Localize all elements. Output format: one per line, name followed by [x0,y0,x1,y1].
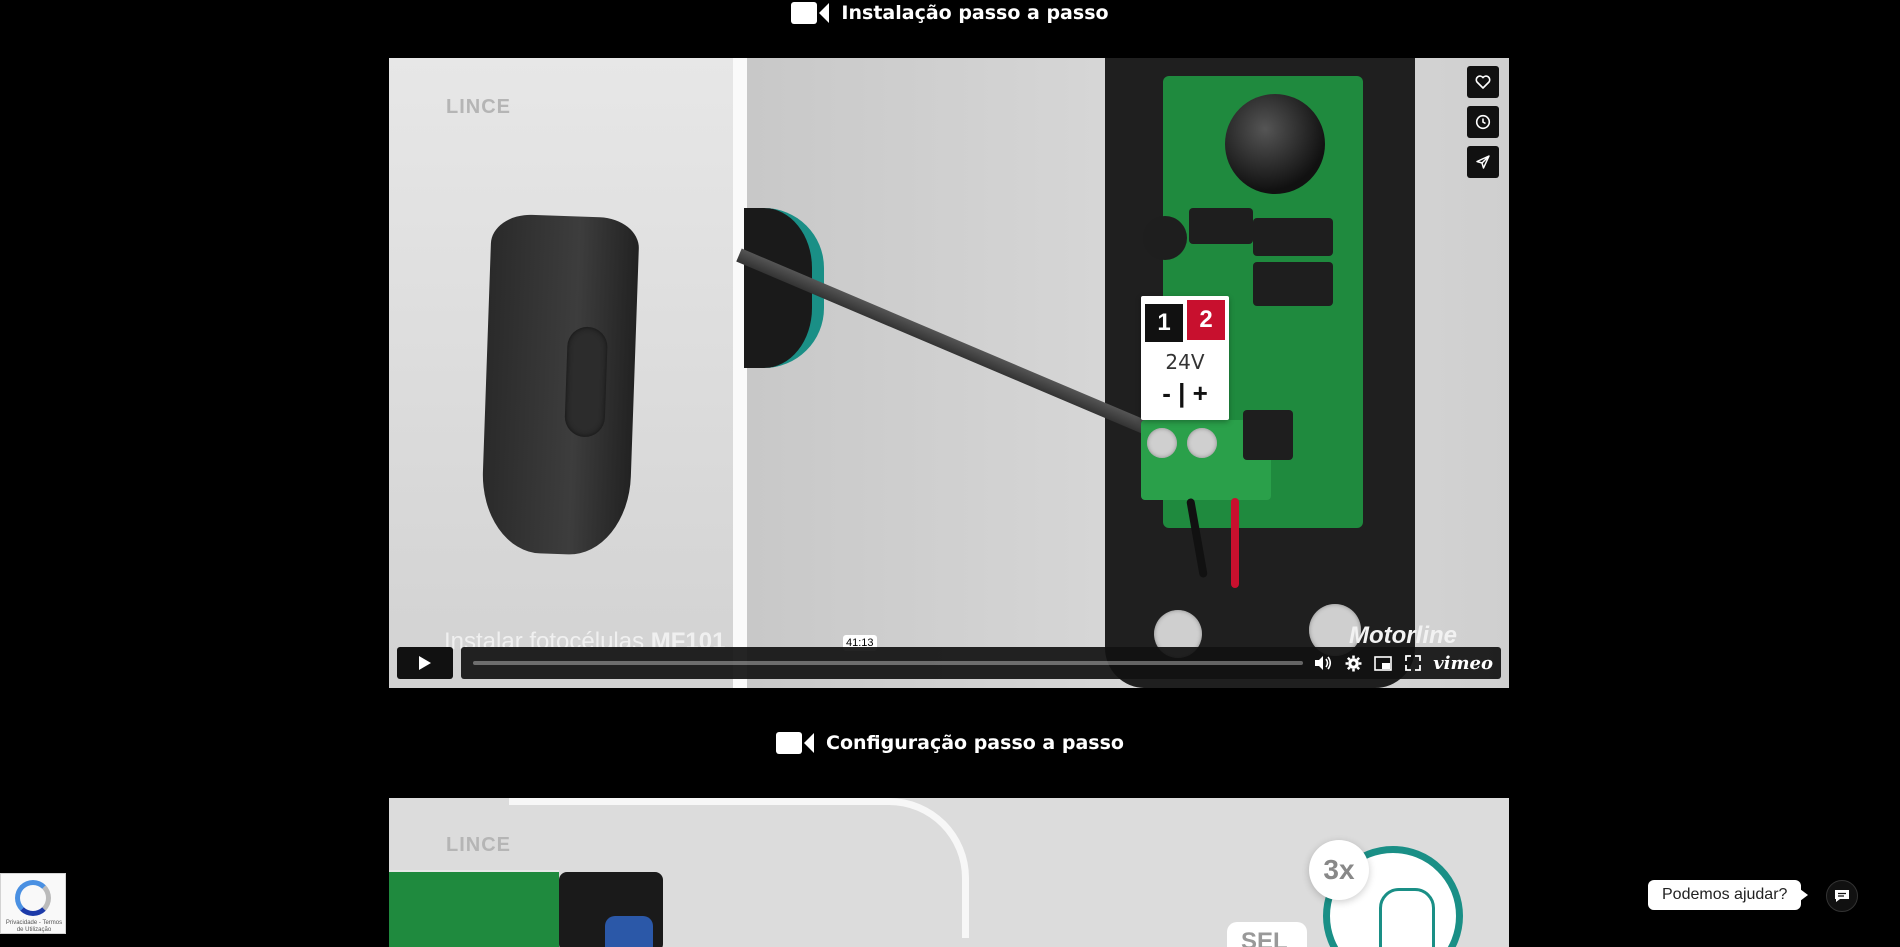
section-title-text: Instalação passo a passo [841,2,1109,24]
pointing-hand-icon [1379,888,1435,947]
chat-icon [1835,890,1849,902]
help-prompt[interactable]: Podemos ajudar? [1648,880,1809,910]
play-icon [419,656,431,670]
vimeo-logo[interactable]: vimeo [1433,653,1493,674]
control-bar: vimeo [461,647,1501,679]
heart-icon [1475,75,1491,89]
volume-icon [1315,656,1332,670]
share-button[interactable] [1467,146,1499,178]
video-left-panel: LINCE [389,58,733,688]
motorline-logo: Motorline [1349,622,1457,649]
terminal-screw [1147,428,1177,458]
progress-bar[interactable] [473,661,1304,665]
section-title-text: Configuração passo a passo [826,732,1124,754]
video-controls: vimeo [397,647,1501,679]
settings-button[interactable] [1343,653,1363,673]
pip-button[interactable] [1373,653,1393,673]
circuit-board [389,870,559,947]
terminal-number-2: 2 [1187,300,1225,340]
gear-icon [1345,655,1362,671]
section-title-configuration: Configuração passo a passo [0,728,1900,758]
recaptcha-badge[interactable]: Privacidade - Termos de Utilização [0,873,66,934]
board-component [1143,216,1187,260]
play-button[interactable] [397,647,453,679]
picture-in-picture-icon [1374,655,1392,671]
voltage-label: 24V [1165,350,1205,374]
terminal-screw [1187,428,1217,458]
red-wire [1231,498,1239,588]
board-component [1253,218,1333,256]
sensor-lens [1225,94,1325,194]
photocell-device [480,213,640,557]
watch-later-button[interactable] [1467,106,1499,138]
polarity-signs: - | + [1162,378,1208,408]
section-title-installation: Instalação passo a passo [0,0,1900,26]
fullscreen-button[interactable] [1403,653,1423,673]
video-side-actions [1467,66,1499,178]
sel-button-tag: SEL [1227,922,1307,947]
chat-button[interactable] [1826,880,1858,912]
board-component [1253,262,1333,306]
terminal-number-1: 1 [1145,304,1183,342]
video-divider [733,58,747,688]
video-camera-icon [791,2,830,24]
terminal-connector [1243,410,1293,460]
volume-button[interactable] [1313,653,1333,673]
recaptcha-icon [15,880,51,916]
board-component [1189,208,1253,244]
watermark-lince: LINCE [446,834,511,856]
fullscreen-icon [1405,655,1422,671]
polarity-label: 1 2 24V - | + [1141,296,1229,420]
video-player-configuration[interactable]: LINCE 3x SEL [389,798,1509,947]
share-icon [1476,155,1490,169]
like-button[interactable] [1467,66,1499,98]
video-player-installation[interactable]: LINCE 1 2 24V - | + Motorline Instalar f… [389,58,1509,688]
clock-icon [1475,114,1491,130]
press-count-bubble: 3x [1309,840,1369,900]
recaptcha-legal-links[interactable]: Privacidade - Termos de Utilização [3,920,65,934]
video-camera-icon [776,732,815,754]
capacitor [605,916,653,947]
watermark-lince: LINCE [446,96,511,118]
